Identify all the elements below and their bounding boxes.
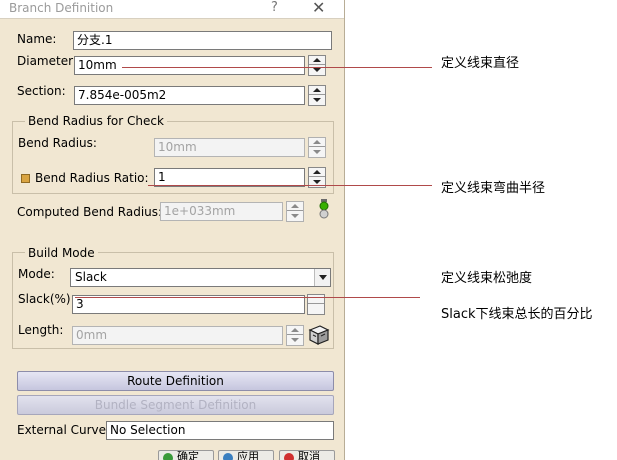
bundle-segment-definition-button: Bundle Segment Definition [17,395,334,415]
slack-note: 定义线束松弛度 [441,271,533,286]
ok-button-label: 确定 [177,450,199,460]
length-input: 0mm [72,326,283,345]
name-input[interactable]: 分支.1 [73,31,332,50]
computed-bend-radius-label: Computed Bend Radius: [17,205,163,219]
spin-up-icon [309,138,325,147]
spin-up-icon[interactable] [309,56,325,65]
route-definition-button[interactable]: Route Definition [17,371,334,391]
bend-ratio-callout-line [148,185,432,186]
section-spinner[interactable] [308,85,326,106]
length-label: Length: [18,323,64,337]
bend-ratio-label: Bend Radius Ratio: [35,171,149,185]
spin-down-icon[interactable] [309,96,325,105]
ok-button[interactable]: 确定 [158,450,214,460]
spin-down-icon [287,212,303,221]
cancel-button[interactable]: 取消 [279,450,335,460]
section-input[interactable]: 7.854e-005m2 [74,86,305,105]
ok-icon [163,453,173,460]
diameter-callout-line [122,67,432,68]
mode-label: Mode: [18,267,55,281]
slack-label: Slack(%): [18,292,75,306]
diameter-label: Diameter: [17,54,77,68]
mode-select[interactable]: Slack [70,268,331,287]
title-bar: Branch Definition ? ✕ [0,0,344,19]
chevron-down-icon[interactable] [314,269,330,286]
dialog-title: Branch Definition [9,1,114,15]
spin-down-icon[interactable] [308,305,324,314]
bend-check-frame-title: Bend Radius for Check [25,114,167,128]
external-curve-label: External Curve: [17,423,111,437]
apply-button-label: 应用 [237,450,259,460]
build-mode-frame-title: Build Mode [25,246,98,260]
spin-down-icon [287,336,303,345]
bend-radius-spinner [308,137,326,158]
apply-button[interactable]: 应用 [218,450,274,460]
cube-measure-icon[interactable] [306,324,330,346]
bend-radius-label: Bend Radius: [18,136,97,150]
computed-bend-radius-input: 1e+033mm [160,202,283,221]
cancel-button-label: 取消 [298,450,320,460]
slack-callout-line [75,297,420,298]
mode-select-value: Slack [75,270,107,284]
diameter-note: 定义线束直径 [441,56,520,71]
section-label: Section: [17,84,66,98]
close-icon[interactable]: ✕ [312,0,325,17]
diameter-input[interactable]: 10mm [74,56,305,75]
cancel-icon [284,453,294,460]
bend-ratio-checkbox[interactable] [21,174,30,183]
traffic-light-icon [319,199,329,219]
bend-radius-input: 10mm [154,138,305,157]
slack-description: Slack下线束总长的百分比 [441,307,593,322]
length-spinner [286,325,304,346]
spin-up-icon[interactable] [309,86,325,95]
branch-definition-dialog: Branch Definition ? ✕ Name: 分支.1 Diamete… [0,0,345,460]
spin-down-icon [309,148,325,157]
bend-ratio-note: 定义线束弯曲半径 [441,181,546,196]
help-icon[interactable]: ? [271,0,278,15]
name-label: Name: [17,32,57,46]
computed-bend-radius-spinner [286,201,304,222]
spin-up-icon [287,202,303,211]
spin-up-icon [287,326,303,335]
diameter-spinner[interactable] [308,55,326,76]
apply-icon [223,453,233,460]
spin-up-icon[interactable] [309,168,325,177]
external-curve-input[interactable]: No Selection [106,421,334,440]
